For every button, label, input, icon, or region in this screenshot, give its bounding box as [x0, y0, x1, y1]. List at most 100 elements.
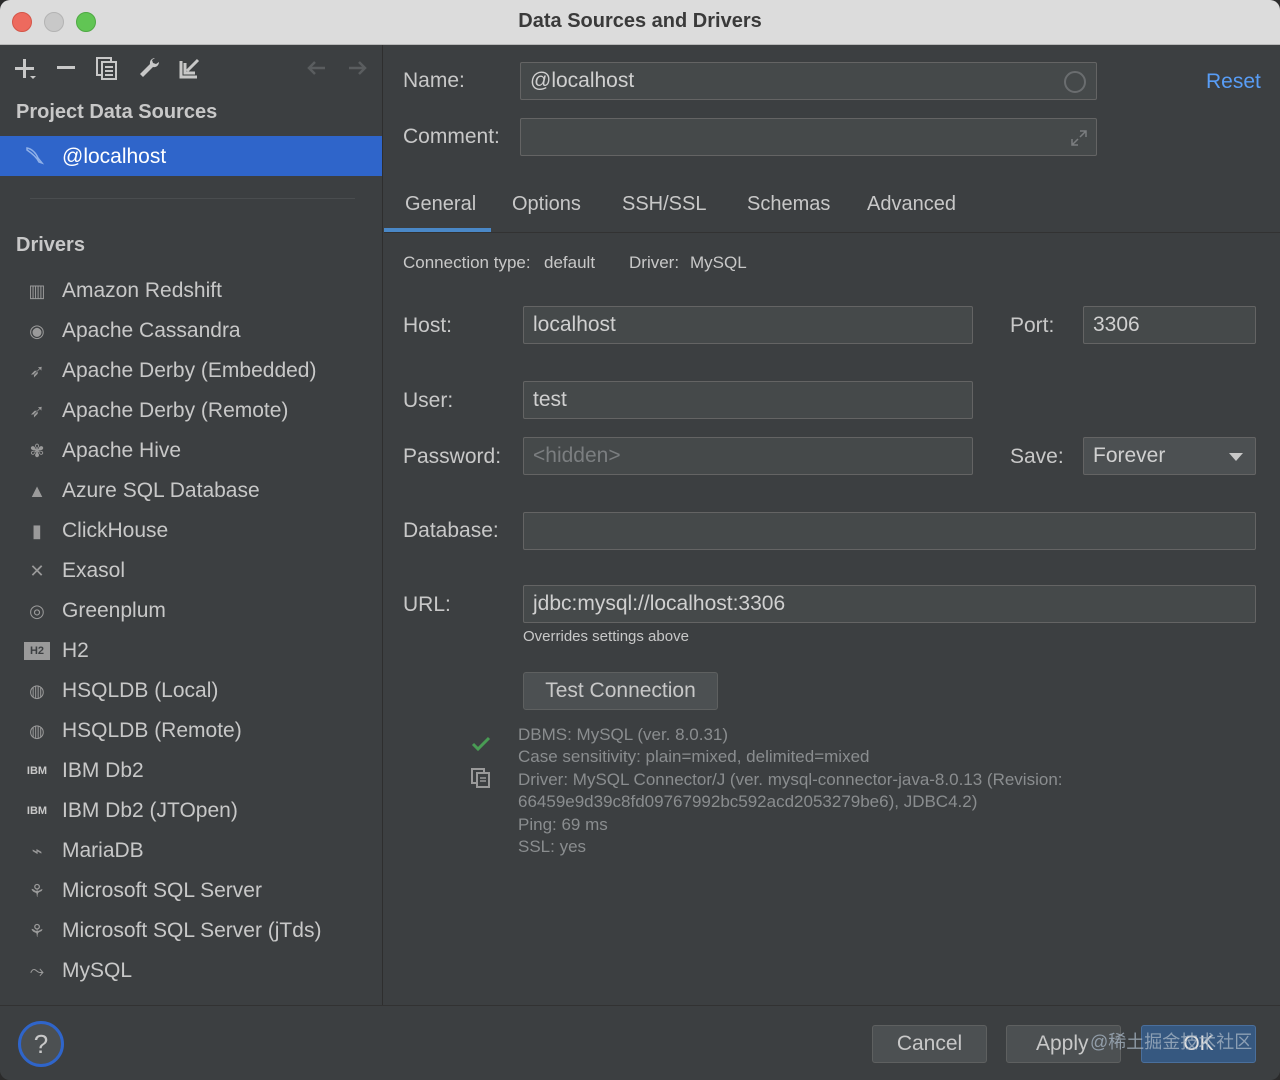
left-panel: Project Data Sources @localhost Drivers …: [0, 45, 383, 1005]
comment-field[interactable]: [520, 118, 1097, 156]
right-panel: Name: @localhost Reset Comment: General …: [384, 45, 1280, 1005]
tab-general[interactable]: General: [405, 193, 476, 216]
import-icon[interactable]: [177, 55, 203, 81]
clickhouse-icon: ▮: [32, 521, 42, 541]
driver-link[interactable]: MySQL: [690, 253, 747, 273]
tab-bar: General Options SSH/SSL Schemas Advanced: [384, 177, 1280, 233]
remove-icon[interactable]: [53, 55, 79, 81]
tab-advanced[interactable]: Advanced: [867, 193, 956, 216]
dialog-footer: ? Cancel Apply OK @稀土掘金技术社区: [0, 1005, 1280, 1080]
driver-item[interactable]: ⤳ MySQL: [0, 950, 382, 990]
data-source-item-localhost[interactable]: @localhost: [0, 136, 382, 176]
port-label: Port:: [1010, 314, 1055, 337]
connection-type-link[interactable]: default: [544, 253, 595, 273]
driver-item-label: Exasol: [62, 559, 126, 582]
test-result-ssl: SSL: yes: [518, 837, 587, 856]
test-result-ping: Ping: 69 ms: [518, 815, 608, 834]
driver-item-label: Greenplum: [62, 599, 166, 622]
mysql-dolphin-icon: ⤳: [29, 961, 45, 981]
driver-item[interactable]: ➶ Apache Derby (Remote): [0, 390, 382, 430]
watermark-text: @稀土掘金技术社区: [1090, 1032, 1253, 1052]
active-tab-indicator: [384, 228, 491, 232]
driver-item[interactable]: ▥ Amazon Redshift: [0, 270, 382, 310]
driver-item-label: HSQLDB (Local): [62, 679, 219, 702]
driver-item[interactable]: ⚘ Microsoft SQL Server (jTds): [0, 910, 382, 950]
connection-type-label: Connection type:: [403, 253, 531, 272]
host-label: Host:: [403, 314, 453, 337]
help-button[interactable]: ?: [18, 1021, 64, 1067]
driver-item[interactable]: ◍ HSQLDB (Local): [0, 670, 382, 710]
wrench-icon[interactable]: [136, 55, 162, 81]
driver-item-label: Apache Derby (Remote): [62, 399, 289, 422]
expand-icon[interactable]: [1068, 125, 1090, 147]
driver-item-label: Apache Cassandra: [62, 319, 241, 342]
driver-item[interactable]: ✾ Apache Hive: [0, 430, 382, 470]
test-result-driver: Driver: MySQL Connector/J (ver. mysql-co…: [518, 770, 1063, 789]
mariadb-icon: ⌁: [31, 841, 43, 861]
data-sources-dialog: Data Sources and Drivers Project Data So…: [0, 0, 1280, 1080]
driver-item-label: HSQLDB (Remote): [62, 719, 242, 742]
driver-item-label: Azure SQL Database: [62, 479, 260, 502]
test-result-dbms: DBMS: MySQL (ver. 8.0.31): [518, 725, 729, 744]
driver-item[interactable]: ⚘ Microsoft SQL Server: [0, 870, 382, 910]
password-label: Password:: [403, 445, 502, 468]
driver-item-label: Apache Hive: [62, 439, 182, 462]
driver-item[interactable]: ▮ ClickHouse: [0, 510, 382, 550]
driver-item[interactable]: ▲ Azure SQL Database: [0, 470, 382, 510]
driver-item[interactable]: ◎ Greenplum: [0, 590, 382, 630]
derby-icon: ➶: [29, 401, 45, 421]
cancel-button[interactable]: Cancel: [872, 1025, 987, 1063]
azure-icon: ▲: [28, 481, 46, 501]
driver-item[interactable]: ➶ Apache Derby (Embedded): [0, 350, 382, 390]
tab-ssh-ssl[interactable]: SSH/SSL: [622, 193, 706, 216]
name-field[interactable]: @localhost: [520, 62, 1097, 100]
section-divider: [30, 198, 355, 199]
data-source-label: @localhost: [62, 145, 167, 168]
name-field-value: @localhost: [530, 69, 635, 92]
user-field[interactable]: test: [523, 381, 973, 419]
ibm-db2-icon: IBM: [26, 765, 48, 777]
password-field[interactable]: <hidden>: [523, 437, 973, 475]
chevron-down-icon: [1229, 453, 1243, 461]
copy-icon[interactable]: [470, 767, 492, 789]
back-arrow-icon[interactable]: [303, 55, 329, 81]
database-field[interactable]: [523, 512, 1256, 550]
url-hint: Overrides settings above: [523, 628, 689, 645]
greenplum-icon: ◎: [29, 601, 45, 621]
exasol-icon: ✕: [29, 561, 45, 581]
save-dropdown[interactable]: Forever: [1083, 437, 1256, 475]
driver-item[interactable]: IBM IBM Db2: [0, 750, 382, 790]
host-field[interactable]: localhost: [523, 306, 973, 344]
forward-arrow-icon[interactable]: [345, 55, 371, 81]
project-data-sources-title: Project Data Sources: [16, 101, 218, 123]
port-field[interactable]: 3306: [1083, 306, 1256, 344]
save-label: Save:: [1010, 445, 1064, 468]
ibm-db2-icon: IBM: [26, 805, 48, 817]
driver-item[interactable]: IBM IBM Db2 (JTOpen): [0, 790, 382, 830]
hsqldb-icon: ◍: [29, 721, 45, 741]
driver-item-label: MySQL: [62, 959, 133, 982]
driver-item[interactable]: ✕ Exasol: [0, 550, 382, 590]
cassandra-icon: ◉: [29, 321, 45, 341]
driver-item-label: IBM Db2: [62, 759, 144, 782]
reset-link[interactable]: Reset: [1206, 70, 1261, 94]
driver-item-label: ClickHouse: [62, 519, 169, 542]
test-connection-button[interactable]: Test Connection: [523, 672, 718, 710]
driver-item[interactable]: ◉ Apache Cassandra: [0, 310, 382, 350]
driver-item[interactable]: H2 H2: [0, 630, 382, 670]
driver-item[interactable]: ◍ HSQLDB (Remote): [0, 710, 382, 750]
duplicate-icon[interactable]: [94, 55, 120, 81]
url-field[interactable]: jdbc:mysql://localhost:3306: [523, 585, 1256, 623]
hsqldb-icon: ◍: [29, 681, 45, 701]
driver-item-label: Microsoft SQL Server: [62, 879, 262, 902]
mysql-dolphin-icon: [24, 144, 48, 168]
h2-icon: H2: [24, 642, 50, 660]
color-picker-icon[interactable]: [1064, 71, 1086, 93]
tab-schemas[interactable]: Schemas: [747, 193, 830, 216]
add-icon[interactable]: [12, 55, 38, 81]
title-bar: Data Sources and Drivers: [0, 0, 1280, 45]
tab-options[interactable]: Options: [512, 193, 581, 216]
driver-item[interactable]: ⌁ MariaDB: [0, 830, 382, 870]
hive-icon: ✾: [29, 441, 45, 461]
test-result-case: Case sensitivity: plain=mixed, delimited…: [518, 747, 870, 766]
